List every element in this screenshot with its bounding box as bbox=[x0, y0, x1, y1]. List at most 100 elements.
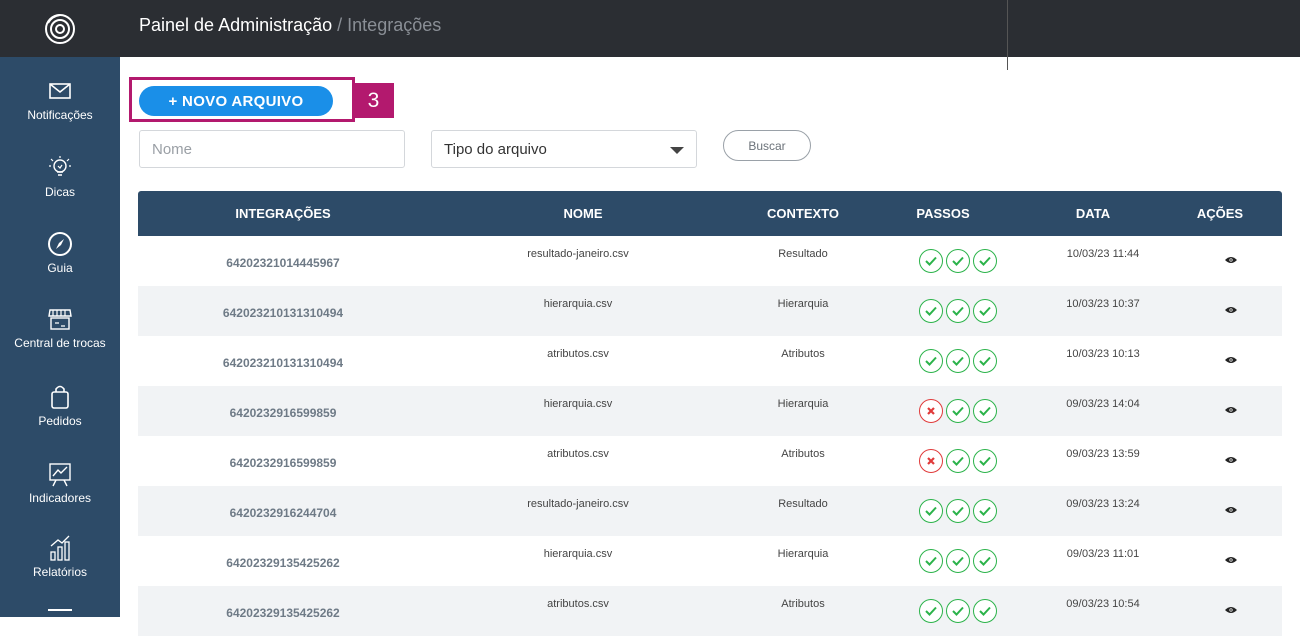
sidebar: Notificações Dicas Guia Central de troca… bbox=[0, 0, 120, 617]
sidebar-item-notificacoes[interactable]: Notificações bbox=[0, 76, 120, 150]
view-action[interactable] bbox=[1198, 305, 1263, 317]
sidebar-item-relatorios[interactable]: Relatórios bbox=[0, 533, 120, 607]
table-row[interactable]: 642023210131310494 hierarquia.csv Hierarqu… bbox=[138, 286, 1282, 336]
steps-group bbox=[908, 399, 1008, 423]
step-ok-icon bbox=[946, 599, 970, 623]
context-value: Atributos bbox=[781, 598, 825, 610]
step-ok-icon bbox=[973, 299, 997, 323]
step-ok-icon bbox=[919, 599, 943, 623]
steps-group bbox=[908, 349, 1008, 373]
integration-id: 64202329135425262 bbox=[226, 606, 340, 620]
context-value: Resultado bbox=[778, 498, 828, 510]
breadcrumb-root[interactable]: Painel de Administração bbox=[139, 15, 332, 35]
table-row[interactable]: 6420232916599859 atributos.csv Atributos 09… bbox=[138, 436, 1282, 486]
view-action[interactable] bbox=[1198, 505, 1263, 517]
eye-icon[interactable] bbox=[1224, 605, 1237, 617]
column-header-data[interactable]: DATA bbox=[1018, 206, 1168, 221]
table-row[interactable]: 642023210131310494 atributos.csv Atributos… bbox=[138, 336, 1282, 386]
sidebar-item-label: Notificações bbox=[27, 108, 93, 122]
compass-icon bbox=[47, 229, 73, 259]
column-header-integracoes[interactable]: INTEGRAÇÕES bbox=[138, 206, 428, 221]
sidebar-item-indicadores[interactable]: Indicadores bbox=[0, 459, 120, 533]
sidebar-item-label: Dicas bbox=[44, 185, 75, 199]
integration-id: 6420232916599859 bbox=[229, 456, 337, 470]
step-ok-icon bbox=[973, 249, 997, 273]
name-input[interactable] bbox=[139, 130, 405, 168]
logo-icon bbox=[45, 13, 75, 44]
breadcrumb: Painel de Administração / Integrações bbox=[139, 15, 441, 36]
integration-id: 6420232916599859 bbox=[229, 406, 337, 420]
integration-id: 64202329135425262 bbox=[226, 556, 340, 570]
date-value: 09/03/23 14:04 bbox=[1066, 398, 1140, 410]
eye-icon[interactable] bbox=[1224, 405, 1237, 417]
store-exchange-icon bbox=[47, 304, 73, 334]
step-error-icon bbox=[919, 449, 943, 473]
table-header: INTEGRAÇÕES NOME CONTEXTO PASSOS DATA AÇ… bbox=[138, 191, 1282, 236]
eye-icon[interactable] bbox=[1224, 555, 1237, 567]
table-row[interactable]: 64202321014445967 resultado-janeiro.csv Re… bbox=[138, 236, 1282, 286]
table-body: 64202321014445967 resultado-janeiro.csv Re… bbox=[138, 236, 1282, 636]
view-action[interactable] bbox=[1198, 605, 1263, 617]
column-header-nome[interactable]: NOME bbox=[428, 206, 738, 221]
eye-icon[interactable] bbox=[1224, 255, 1237, 267]
step-ok-icon bbox=[946, 249, 970, 273]
step-ok-icon bbox=[973, 599, 997, 623]
sidebar-item-label: Central de trocas bbox=[14, 336, 106, 350]
chevron-down-icon bbox=[670, 147, 684, 154]
step-ok-icon bbox=[973, 549, 997, 573]
context-value: Atributos bbox=[781, 348, 825, 360]
view-action[interactable] bbox=[1198, 255, 1263, 267]
file-name: hierarquia.csv bbox=[543, 298, 613, 310]
breadcrumb-current: Integrações bbox=[347, 15, 442, 35]
date-value: 09/03/23 10:54 bbox=[1066, 598, 1140, 610]
view-action[interactable] bbox=[1198, 355, 1263, 367]
app-logo[interactable] bbox=[0, 0, 120, 57]
sidebar-item-guia[interactable]: Guia bbox=[0, 229, 120, 303]
file-name: resultado-janeiro.csv bbox=[527, 248, 629, 260]
view-action[interactable] bbox=[1198, 405, 1263, 417]
step-ok-icon bbox=[973, 499, 997, 523]
sidebar-item-dicas[interactable]: Dicas bbox=[0, 153, 120, 227]
step-ok-icon bbox=[946, 299, 970, 323]
column-header-passos[interactable]: PASSOS bbox=[868, 206, 1018, 221]
file-name: hierarquia.csv bbox=[543, 548, 613, 560]
table-row[interactable]: 64202329135425262 hierarquia.csv Hierarqui… bbox=[138, 536, 1282, 586]
eye-icon[interactable] bbox=[1224, 355, 1237, 367]
sidebar-item-pedidos[interactable]: Pedidos bbox=[0, 382, 120, 456]
table-row[interactable]: 64202329135425262 atributos.csv Atributos 0… bbox=[138, 586, 1282, 636]
context-value: Atributos bbox=[781, 448, 825, 460]
column-header-contexto[interactable]: CONTEXTO bbox=[738, 206, 868, 221]
view-action[interactable] bbox=[1198, 455, 1263, 467]
step-ok-icon bbox=[973, 449, 997, 473]
view-action[interactable] bbox=[1198, 555, 1263, 567]
eye-icon[interactable] bbox=[1224, 505, 1237, 517]
step-ok-icon bbox=[973, 399, 997, 423]
date-value: 09/03/23 13:59 bbox=[1066, 448, 1140, 460]
envelope-icon bbox=[49, 76, 71, 106]
step-ok-icon bbox=[919, 249, 943, 273]
date-value: 09/03/23 11:01 bbox=[1066, 548, 1140, 560]
context-value: Hierarquia bbox=[777, 298, 829, 310]
breadcrumb-separator: / bbox=[337, 15, 343, 35]
table-row[interactable]: 6420232916599859 hierarquia.csv Hierarquia… bbox=[138, 386, 1282, 436]
eye-icon[interactable] bbox=[1224, 305, 1237, 317]
sidebar-item-label: Relatórios bbox=[32, 565, 88, 579]
sidebar-item-central-de-trocas[interactable]: Central de trocas bbox=[0, 304, 120, 378]
integration-id: 6420232916244704 bbox=[229, 506, 337, 520]
search-button[interactable]: Buscar bbox=[723, 130, 811, 161]
date-value: 09/03/23 13:24 bbox=[1066, 498, 1140, 510]
table-row[interactable]: 6420232916244704 resultado-janeiro.csv Res… bbox=[138, 486, 1282, 536]
file-type-select[interactable]: Tipo do arquivo bbox=[431, 130, 697, 168]
file-name: atributos.csv bbox=[547, 348, 609, 360]
step-ok-icon bbox=[919, 549, 943, 573]
step-ok-icon bbox=[919, 499, 943, 523]
eye-icon[interactable] bbox=[1224, 455, 1237, 467]
new-file-button[interactable]: + NOVO ARQUIVO bbox=[139, 86, 333, 116]
step-ok-icon bbox=[946, 399, 970, 423]
chart-board-icon bbox=[48, 459, 72, 489]
context-value: Hierarquia bbox=[777, 548, 829, 560]
column-header-acoes: AÇÕES bbox=[1196, 206, 1244, 221]
file-type-select-value: Tipo do arquivo bbox=[444, 140, 547, 158]
integrations-table: INTEGRAÇÕES NOME CONTEXTO PASSOS DATA AÇ… bbox=[138, 191, 1282, 636]
step-ok-icon bbox=[919, 349, 943, 373]
